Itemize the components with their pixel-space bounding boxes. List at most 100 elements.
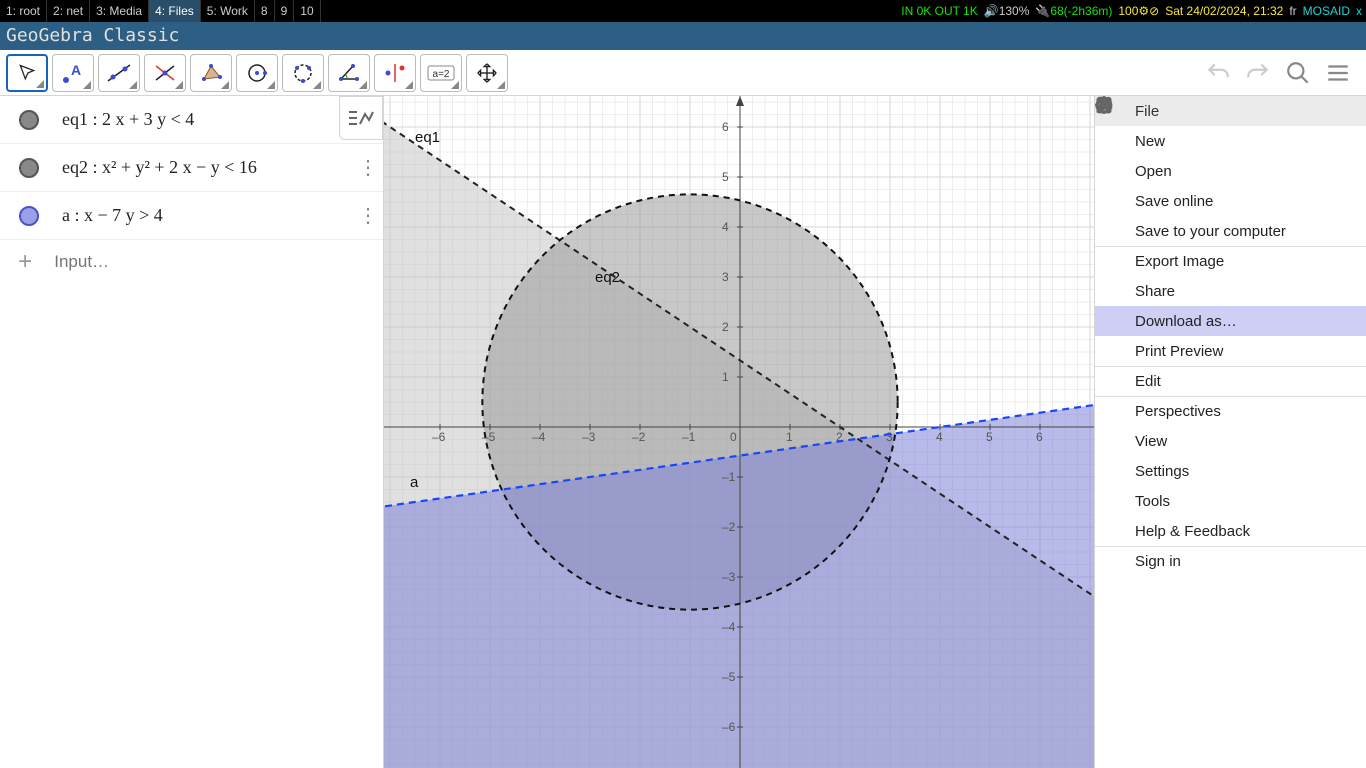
svg-text:eq2: eq2 — [595, 269, 620, 286]
workspace-tab[interactable]: 2: net — [47, 0, 90, 22]
menu-item-label: Edit — [1135, 373, 1161, 390]
svg-text:1: 1 — [786, 430, 793, 444]
close-x[interactable]: x — [1356, 0, 1362, 22]
tool-polygon[interactable] — [190, 54, 232, 92]
menu-item-help-feedback[interactable]: Help & Feedback — [1095, 516, 1366, 546]
search-icon[interactable] — [1284, 59, 1312, 87]
tool-line[interactable] — [98, 54, 140, 92]
svg-text:A: A — [71, 63, 81, 78]
tool-conic[interactable] — [282, 54, 324, 92]
stat-date: Sat 24/02/2024, 21:32 — [1165, 0, 1283, 22]
stat-net: IN 0K OUT 1K — [901, 0, 977, 22]
save-icon — [1105, 222, 1123, 240]
hamburger-menu-icon[interactable] — [1324, 59, 1352, 87]
signin-icon — [1105, 553, 1123, 571]
menu-item-perspectives[interactable]: Perspectives — [1095, 396, 1366, 426]
cloud-icon — [1105, 192, 1123, 210]
workspace-tab[interactable]: 5: Work — [201, 0, 255, 22]
svg-text:–3: –3 — [582, 430, 596, 444]
svg-text:1: 1 — [722, 370, 729, 384]
svg-text:eq1: eq1 — [415, 129, 440, 146]
menu-item-sign-in[interactable]: Sign in — [1095, 546, 1366, 576]
window-title: GeoGebra Classic — [0, 22, 1366, 50]
svg-text:–4: –4 — [532, 430, 546, 444]
tool-move[interactable] — [6, 54, 48, 92]
svg-text:–1: –1 — [722, 470, 736, 484]
tool-slider[interactable]: a=2 — [420, 54, 462, 92]
svg-text:4: 4 — [722, 220, 729, 234]
menu-header-file[interactable]: File — [1095, 96, 1366, 126]
menu-item-export-image[interactable]: Export Image — [1095, 246, 1366, 276]
tool-move-view[interactable] — [466, 54, 508, 92]
menu-item-open[interactable]: Open — [1095, 156, 1366, 186]
menu-item-view[interactable]: View — [1095, 426, 1366, 456]
svg-text:–5: –5 — [722, 670, 736, 684]
menu-item-edit[interactable]: Edit — [1095, 366, 1366, 396]
svg-text:–4: –4 — [722, 620, 736, 634]
menu-header-label: File — [1135, 103, 1159, 120]
undo-button[interactable] — [1204, 59, 1232, 87]
menu-item-save-online[interactable]: Save online — [1095, 186, 1366, 216]
menu-item-label: View — [1135, 433, 1167, 450]
print-icon — [1105, 342, 1123, 360]
main-menu-panel: File New Open Save online Save to your comp… — [1094, 96, 1366, 768]
menu-item-label: Export Image — [1135, 253, 1224, 270]
pencil-icon — [1105, 373, 1123, 391]
workspace-tab[interactable]: 8 — [255, 0, 275, 22]
share-icon — [1105, 282, 1123, 300]
menu-item-download-as-[interactable]: Download as… — [1095, 306, 1366, 336]
algebra-row-eq1[interactable]: eq1 : 2 x + 3 y < 4 — [0, 96, 383, 144]
menu-item-label: New — [1135, 133, 1165, 150]
download-icon — [1105, 312, 1123, 330]
menu-item-settings[interactable]: Settings — [1095, 456, 1366, 486]
tool-perpendicular[interactable] — [144, 54, 186, 92]
menu-item-tools[interactable]: Tools — [1095, 486, 1366, 516]
redo-button[interactable] — [1244, 59, 1272, 87]
svg-text:3: 3 — [722, 270, 729, 284]
plus-icon — [1105, 132, 1123, 150]
grid-icon — [1105, 403, 1123, 421]
menu-item-label: Sign in — [1135, 553, 1181, 570]
formula-text: eq2 : x² + y² + 2 x − y < 16 — [58, 151, 353, 184]
tool-reflect[interactable] — [374, 54, 416, 92]
workspace-tab[interactable]: 1: root — [0, 0, 47, 22]
workspace-tab[interactable]: 10 — [294, 0, 320, 22]
algebra-row-a[interactable]: a : x − 7 y > 4⋮ — [0, 192, 383, 240]
row-menu-icon[interactable]: ⋮ — [353, 203, 383, 228]
svg-text:5: 5 — [722, 170, 729, 184]
tool-point[interactable]: A — [52, 54, 94, 92]
graphics-view[interactable]: –6–5–4–3–2–10123456–6–5–4–3–2–1123456eq1… — [384, 96, 1366, 768]
stat-bat: 🔌68(-2h36m) — [1035, 0, 1112, 22]
formula-text: a : x − 7 y > 4 — [58, 199, 353, 232]
workspace-tab[interactable]: 3: Media — [90, 0, 149, 22]
menu-item-label: Save online — [1135, 193, 1213, 210]
menu-item-share[interactable]: Share — [1095, 276, 1366, 306]
algebra-input[interactable] — [50, 246, 383, 278]
wrench-icon — [1105, 492, 1123, 510]
menu-item-label: Share — [1135, 283, 1175, 300]
algebra-row-eq2[interactable]: eq2 : x² + y² + 2 x − y < 16⋮ — [0, 144, 383, 192]
svg-text:–1: –1 — [682, 430, 696, 444]
menu-item-new[interactable]: New — [1095, 126, 1366, 156]
workspace-tab[interactable]: 9 — [275, 0, 295, 22]
tool-angle[interactable] — [328, 54, 370, 92]
visibility-toggle[interactable] — [19, 110, 39, 130]
workspace-tab[interactable]: 4: Files — [149, 0, 201, 22]
svg-text:3: 3 — [886, 430, 893, 444]
row-menu-icon[interactable]: ⋮ — [353, 155, 383, 180]
menu-item-label: Download as… — [1135, 313, 1237, 330]
stat-cpu: 100⚙⊘ — [1118, 0, 1159, 22]
visibility-toggle[interactable] — [19, 206, 39, 226]
menu-item-label: Tools — [1135, 493, 1170, 510]
add-object-icon[interactable]: + — [0, 248, 50, 276]
svg-text:–2: –2 — [722, 520, 736, 534]
svg-text:–6: –6 — [432, 430, 446, 444]
menu-item-label: Perspectives — [1135, 403, 1221, 420]
visibility-toggle[interactable] — [19, 158, 39, 178]
svg-text:a: a — [410, 474, 419, 491]
tool-circle[interactable] — [236, 54, 278, 92]
help-icon — [1105, 522, 1123, 540]
menu-item-print-preview[interactable]: Print Preview — [1095, 336, 1366, 366]
menu-item-save-to-your-computer[interactable]: Save to your computer — [1095, 216, 1366, 246]
search-icon — [1105, 162, 1123, 180]
